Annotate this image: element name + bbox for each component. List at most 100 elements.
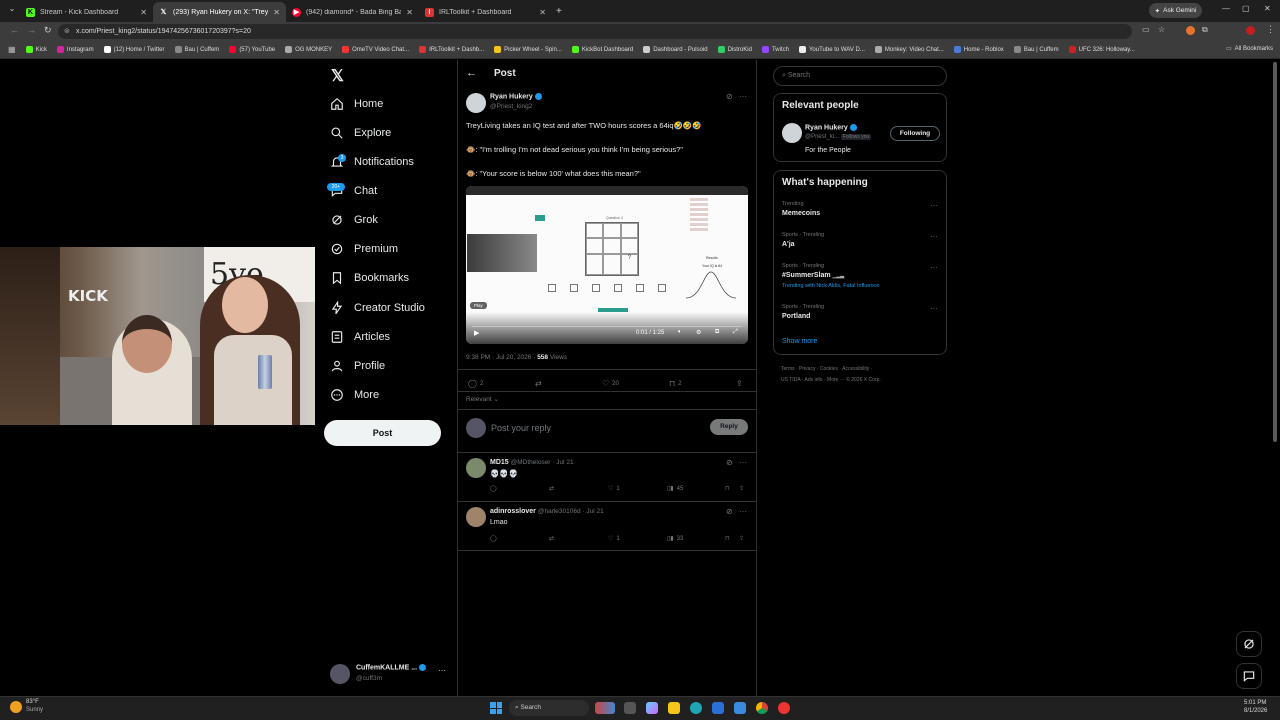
- bookmark-item[interactable]: Dashboard - Pulsoid: [643, 46, 708, 53]
- tab-search-button[interactable]: ⌄: [4, 4, 20, 18]
- reply-action[interactable]: ◯: [490, 535, 497, 542]
- mail-icon[interactable]: [734, 702, 746, 714]
- like-action[interactable]: ♡ 1: [608, 485, 620, 493]
- close-icon[interactable]: ✕: [140, 8, 147, 17]
- copilot-icon[interactable]: [646, 702, 658, 714]
- puzzle-icon[interactable]: ⧉: [1202, 25, 1208, 35]
- like-action[interactable]: ♡ 1: [608, 535, 620, 543]
- edge-icon[interactable]: [690, 702, 702, 714]
- bookmark-item[interactable]: OG MONKEY: [285, 46, 332, 53]
- ask-gemini-button[interactable]: ✦ Ask Gemini: [1149, 3, 1202, 18]
- close-icon[interactable]: ✕: [406, 8, 413, 17]
- back-arrow-icon[interactable]: ←: [466, 67, 477, 79]
- video-player[interactable]: Question 3 ? Results Your IQ is 64 Play …: [466, 186, 748, 344]
- app-icon[interactable]: [778, 702, 790, 714]
- grok-icon[interactable]: ⊘: [726, 507, 733, 516]
- like-action[interactable]: ♡ 20: [602, 379, 619, 388]
- trend-item[interactable]: Sports · Trending #SummerSlam ▁▂▃ Trendi…: [782, 263, 942, 293]
- file-explorer-icon[interactable]: [668, 702, 680, 714]
- bookmark-item[interactable]: Picker Wheel - Spin...: [494, 46, 562, 53]
- back-icon[interactable]: ←: [10, 25, 19, 35]
- avatar[interactable]: [466, 93, 486, 113]
- bookmark-item[interactable]: (12) Home / Twitter: [103, 46, 165, 53]
- store-icon[interactable]: [712, 702, 724, 714]
- more-dots-icon[interactable]: ···: [739, 92, 747, 101]
- task-view-icon[interactable]: [624, 702, 636, 714]
- reply-action[interactable]: ◯: [490, 485, 497, 492]
- post-author-handle[interactable]: @Priest_king2: [490, 103, 532, 110]
- bookmark-item[interactable]: Bau | Cuffem: [1013, 46, 1059, 53]
- account-switcher[interactable]: CuffemKALLME ... @cuff3m ···: [330, 662, 450, 686]
- messages-floating-button[interactable]: [1236, 663, 1262, 689]
- following-button[interactable]: Following: [890, 126, 940, 141]
- nav-creator-studio[interactable]: Creator Studio: [330, 297, 425, 319]
- minimize-button[interactable]: —: [1222, 4, 1230, 13]
- footer-links[interactable]: US TIDA · Ads info · More ··· © 2026 X C…: [781, 377, 881, 383]
- bookmark-action[interactable]: ⊓: [725, 535, 730, 542]
- repost-action[interactable]: ⇄: [549, 485, 554, 492]
- video-progress-bar[interactable]: [472, 326, 742, 327]
- bookmark-item[interactable]: (57) YouTube: [229, 46, 275, 53]
- grok-floating-button[interactable]: [1236, 631, 1262, 657]
- settings-gear-icon[interactable]: ⚙︎: [696, 329, 701, 336]
- repost-action[interactable]: ⇄: [535, 379, 542, 388]
- reply-button[interactable]: Reply: [710, 419, 748, 435]
- tab-irltoolkit[interactable]: I IRLToolkit + Dashboard ✕: [419, 2, 552, 22]
- show-more-link[interactable]: Show more: [782, 338, 817, 345]
- search-input[interactable]: ⌕ Search: [773, 66, 947, 86]
- apps-icon[interactable]: ▦: [8, 45, 16, 54]
- nav-premium[interactable]: Premium: [330, 238, 398, 260]
- bookmark-item[interactable]: Instagram: [56, 46, 94, 53]
- trend-item[interactable]: Sports · Trending A'ja ···: [782, 232, 942, 254]
- nav-bookmarks[interactable]: Bookmarks: [330, 267, 409, 289]
- footer-links[interactable]: Terms · Privacy · Cookies · Accessibilit…: [781, 366, 872, 372]
- tab-youtube[interactable]: ▶ (942) diamond* - Bada Bing Ba ✕: [286, 2, 419, 22]
- more-dots-icon[interactable]: ···: [930, 232, 938, 241]
- nav-more[interactable]: More: [330, 384, 379, 406]
- share-action[interactable]: ⇪: [739, 535, 744, 542]
- windows-start-icon[interactable]: [490, 702, 502, 714]
- reload-icon[interactable]: ↻: [44, 25, 52, 36]
- trend-item[interactable]: Trending Memecoins ···: [782, 201, 942, 223]
- avatar[interactable]: [782, 123, 802, 143]
- reply-item[interactable]: MD15 @MDtheloser · Jul 21 ⊘ ··· 💀💀💀 ◯ ⇄ …: [457, 452, 757, 501]
- nav-home[interactable]: Home: [330, 93, 383, 115]
- star-icon[interactable]: ☆: [1158, 25, 1165, 34]
- nav-articles[interactable]: Articles: [330, 326, 390, 348]
- clock-date[interactable]: 8/1/2026: [1244, 708, 1267, 714]
- play-icon[interactable]: ▶: [474, 329, 479, 337]
- grok-icon[interactable]: ⊘: [726, 92, 733, 101]
- bookmark-item[interactable]: Home - Roblox: [953, 46, 1004, 53]
- more-dots-icon[interactable]: ···: [739, 507, 747, 516]
- post-author-name[interactable]: Ryan Hukery: [490, 93, 542, 100]
- views-action[interactable]: ▯▮ 33: [667, 535, 683, 543]
- bookmark-item[interactable]: OmeTV Video Chat...: [342, 46, 409, 53]
- maximize-button[interactable]: ▢: [1242, 4, 1250, 13]
- bookmark-item[interactable]: YouTube to WAV D...: [798, 46, 865, 53]
- bookmark-action[interactable]: ⊓: [725, 485, 730, 492]
- new-tab-button[interactable]: +: [556, 6, 562, 17]
- address-bar[interactable]: ⊜ x.com/Priest_king2/status/194742567360…: [58, 24, 1132, 39]
- taskbar-search[interactable]: ⌕ Search: [509, 700, 589, 716]
- close-window-button[interactable]: ✕: [1264, 4, 1271, 13]
- x-logo-icon[interactable]: 𝕏: [331, 66, 344, 86]
- bookmark-item[interactable]: UFC 326: Holloway...: [1068, 46, 1135, 53]
- chrome-icon[interactable]: [756, 702, 768, 714]
- trend-item[interactable]: Sports · Trending Portland ···: [782, 304, 942, 326]
- bookmark-action[interactable]: ⊓ 2: [669, 379, 682, 388]
- all-bookmarks[interactable]: ▭ All Bookmarks: [1222, 45, 1274, 52]
- post-button[interactable]: Post: [324, 420, 441, 446]
- bookmark-item[interactable]: Twitch: [761, 46, 789, 53]
- nav-explore[interactable]: Explore: [330, 122, 391, 144]
- volume-icon[interactable]: 🔈︎: [678, 329, 682, 336]
- fullscreen-icon[interactable]: ⤢: [733, 329, 738, 336]
- share-action[interactable]: ⇪: [736, 379, 743, 388]
- person-name[interactable]: Ryan Hukery: [805, 124, 857, 131]
- picture-in-picture-icon[interactable]: ⧉: [715, 329, 719, 336]
- close-icon[interactable]: ✕: [539, 8, 546, 17]
- reply-action[interactable]: ◯ 2: [468, 379, 483, 388]
- forward-icon[interactable]: →: [27, 25, 36, 35]
- close-icon[interactable]: ✕: [273, 8, 280, 17]
- bookmark-item[interactable]: DistroKid: [717, 46, 752, 53]
- more-dots-icon[interactable]: ···: [739, 458, 747, 467]
